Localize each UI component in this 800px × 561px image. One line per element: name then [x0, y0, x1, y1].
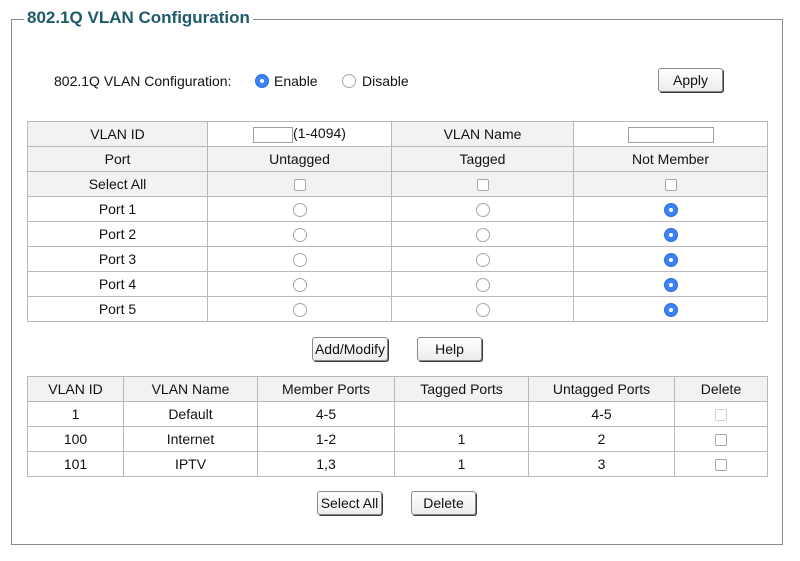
vlan-name-cell: Internet [123, 426, 258, 452]
vlan-id-label: VLAN ID [27, 121, 208, 147]
vlan-id-cell: 101 [27, 451, 124, 477]
port-row: Port 4 [27, 271, 768, 297]
port2-not-member-radio[interactable] [663, 228, 678, 243]
table-row: 1 Default 4-5 4-5 [27, 401, 768, 427]
table-row: 101 IPTV 1,3 1 3 [27, 451, 768, 477]
port4-tagged-radio[interactable] [475, 278, 490, 293]
col-member-ports: Member Ports [257, 376, 395, 402]
port-row: Port 2 [27, 221, 768, 247]
untagged-ports-cell: 3 [528, 451, 675, 477]
port-name: Port 1 [27, 196, 208, 222]
vlan-name-cell: Default [123, 401, 258, 427]
apply-button[interactable]: Apply [658, 68, 723, 92]
help-button[interactable]: Help [417, 337, 482, 361]
vlan-name-label: VLAN Name [391, 121, 574, 147]
vlan-id-input[interactable] [253, 126, 294, 143]
select-all-button[interactable]: Select All [317, 491, 382, 515]
port-name: Port 2 [27, 221, 208, 247]
port-name: Port 4 [27, 271, 208, 297]
member-ports-cell: 1,3 [257, 451, 395, 477]
col-vlan-name: VLAN Name [123, 376, 258, 402]
untagged-ports-cell: 2 [528, 426, 675, 452]
col-vlan-id: VLAN ID [27, 376, 124, 402]
port1-not-member-radio[interactable] [663, 203, 678, 218]
vlan-name-input[interactable] [627, 126, 714, 143]
port-name: Port 5 [27, 296, 208, 322]
tagged-header: Tagged [391, 146, 574, 172]
untagged-ports-cell: 4-5 [528, 401, 675, 427]
add-modify-button[interactable]: Add/Modify [312, 337, 388, 361]
port5-tagged-radio[interactable] [475, 303, 490, 318]
port2-tagged-radio[interactable] [475, 228, 490, 243]
port-row: Port 5 [27, 296, 768, 322]
tagged-ports-cell: 1 [394, 451, 529, 477]
vlan-id-range: (1-4094) [293, 125, 346, 142]
port5-untagged-radio[interactable] [292, 303, 307, 318]
col-delete: Delete [674, 376, 768, 402]
panel-title: 802.1Q VLAN Configuration [24, 8, 253, 28]
port-header: Port [27, 146, 208, 172]
delete-checkbox[interactable] [715, 434, 727, 447]
select-all-not-member-checkbox[interactable] [664, 179, 677, 192]
vlan-list-table: VLAN ID VLAN Name Member Ports Tagged Po… [27, 376, 768, 477]
select-all-not-member-cell [573, 171, 768, 197]
delete-button[interactable]: Delete [411, 491, 476, 515]
delete-checkbox [715, 409, 727, 422]
select-all-untagged-checkbox[interactable] [293, 179, 306, 192]
vlan-id-cell: 100 [27, 426, 124, 452]
delete-checkbox[interactable] [715, 459, 727, 472]
tagged-ports-cell: 1 [394, 426, 529, 452]
select-all-untagged-cell [207, 171, 392, 197]
vlan-config-label: 802.1Q VLAN Configuration: [54, 73, 232, 89]
port5-not-member-radio[interactable] [663, 303, 678, 318]
vlan-id-cell: 1 [27, 401, 124, 427]
port4-not-member-radio[interactable] [663, 278, 678, 293]
select-all-tagged-checkbox[interactable] [476, 179, 489, 192]
port3-tagged-radio[interactable] [475, 253, 490, 268]
select-all-label: Select All [27, 171, 208, 197]
port1-untagged-radio[interactable] [292, 203, 307, 218]
port3-not-member-radio[interactable] [663, 253, 678, 268]
col-tagged-ports: Tagged Ports [394, 376, 529, 402]
enable-label: Enable [274, 73, 318, 89]
vlan-id-cell: (1-4094) [207, 121, 392, 147]
disable-label: Disable [362, 73, 409, 89]
port3-untagged-radio[interactable] [292, 253, 307, 268]
port2-untagged-radio[interactable] [292, 228, 307, 243]
port-row: Port 3 [27, 246, 768, 272]
enable-radio[interactable] [255, 74, 269, 88]
member-ports-cell: 1-2 [257, 426, 395, 452]
vlan-name-cell: IPTV [123, 451, 258, 477]
port-row: Port 1 [27, 196, 768, 222]
table-row: 100 Internet 1-2 1 2 [27, 426, 768, 452]
untagged-header: Untagged [207, 146, 392, 172]
vlan-editor-table: VLAN ID (1-4094) VLAN Name Port Untagged… [27, 121, 768, 322]
not-member-header: Not Member [573, 146, 768, 172]
tagged-ports-cell [394, 401, 529, 427]
select-all-tagged-cell [391, 171, 574, 197]
port-name: Port 3 [27, 246, 208, 272]
port4-untagged-radio[interactable] [292, 278, 307, 293]
port1-tagged-radio[interactable] [475, 203, 490, 218]
member-ports-cell: 4-5 [257, 401, 395, 427]
col-untagged-ports: Untagged Ports [528, 376, 675, 402]
disable-radio[interactable] [342, 74, 356, 88]
vlan-name-cell [573, 121, 768, 147]
